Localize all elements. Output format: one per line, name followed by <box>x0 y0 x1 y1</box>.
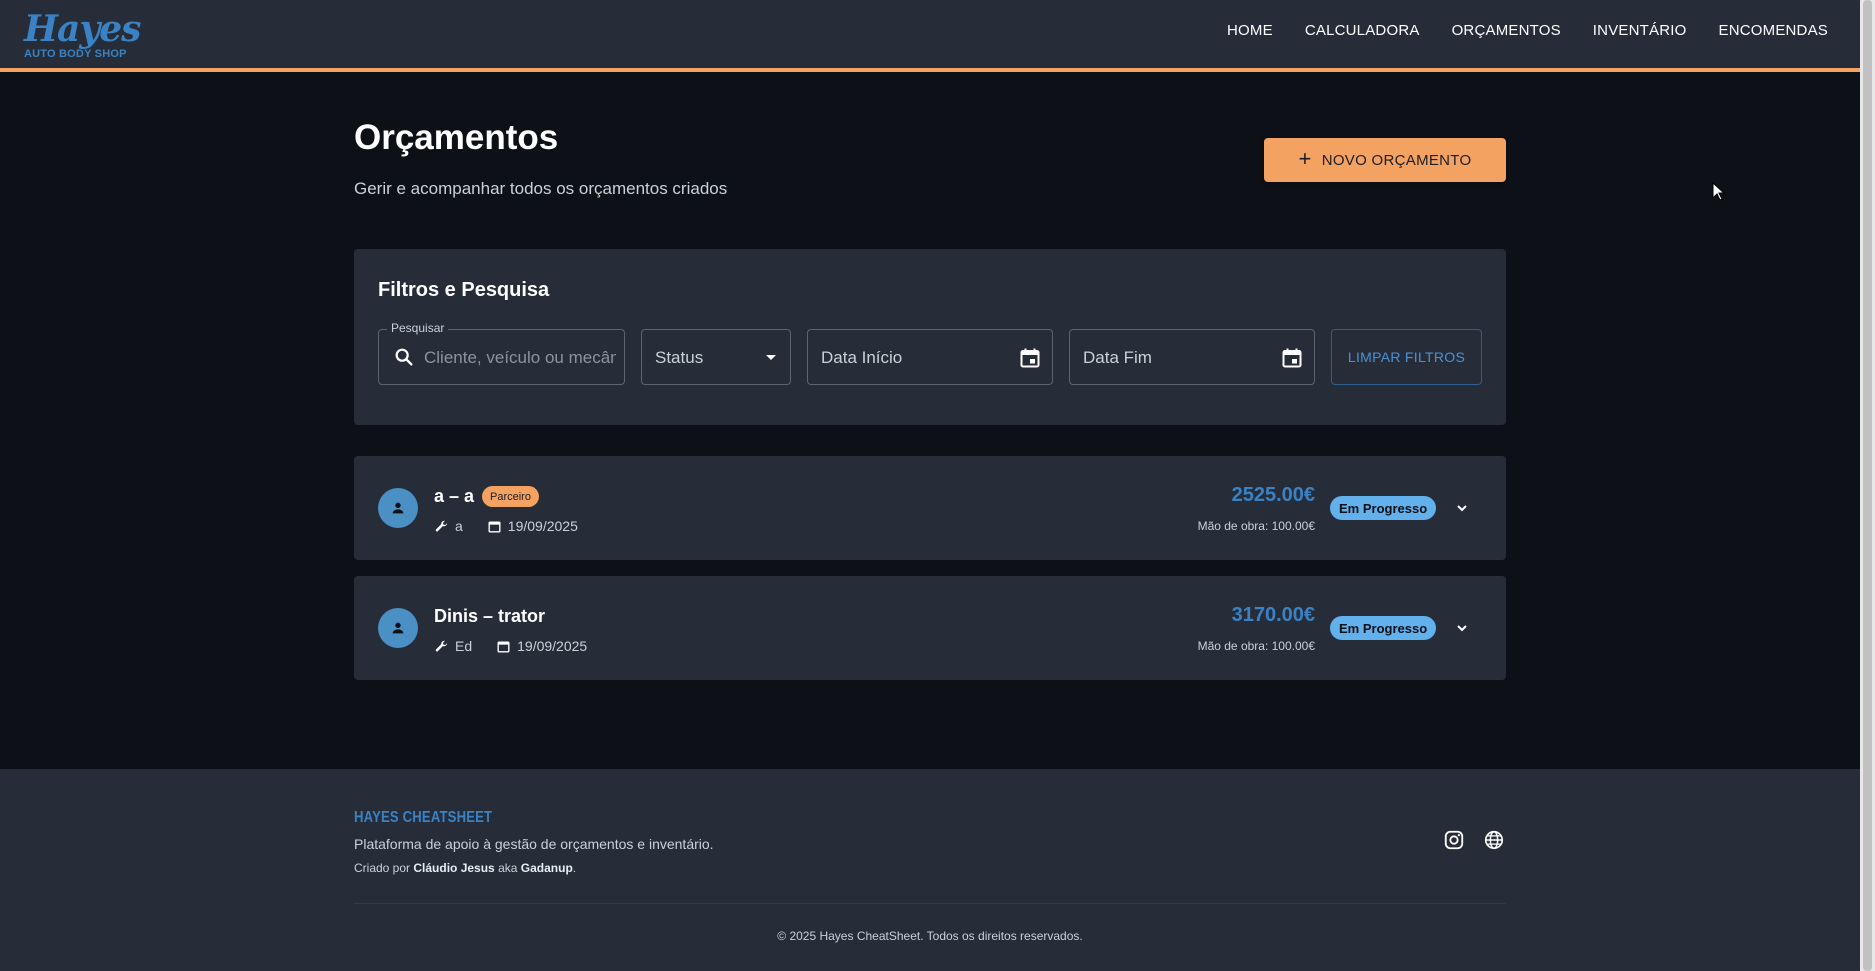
quote-total: 2525.00€ <box>1231 484 1315 506</box>
calendar-icon <box>497 640 510 652</box>
plus-icon: + <box>1298 146 1312 171</box>
wrench-icon <box>435 640 448 651</box>
labor-cost: Mão de obra: 100.00€ <box>1197 519 1315 533</box>
new-quote-button[interactable]: + NOVO ORÇAMENTO <box>1264 138 1506 182</box>
status-select-label: Status <box>655 348 704 367</box>
instagram-icon[interactable] <box>1443 829 1465 851</box>
globe-icon[interactable] <box>1483 829 1505 851</box>
new-quote-label: NOVO ORÇAMENTO <box>1321 151 1472 169</box>
search-label: Pesquisar <box>387 321 449 335</box>
status-badge: Em Progresso <box>1330 616 1437 640</box>
social-links <box>1443 829 1505 851</box>
footer-divider <box>354 903 1506 904</box>
quote-total: 3170.00€ <box>1231 604 1315 626</box>
chevron-down-icon[interactable] <box>1456 622 1468 634</box>
quote-title: Dinis – trator <box>434 606 546 626</box>
date-start-label: Data Início <box>821 348 903 367</box>
mechanic-name: a <box>455 518 463 534</box>
credit-prefix: Criado por <box>354 861 411 875</box>
footer: HAYES CHEATSHEET Plataforma de apoio à g… <box>0 769 1860 971</box>
footer-description: Plataforma de apoio à gestão de orçament… <box>354 836 714 852</box>
avatar <box>378 608 418 648</box>
page-title: Orçamentos <box>354 118 559 157</box>
calendar-icon <box>488 520 501 532</box>
calendar-icon[interactable] <box>1018 346 1042 370</box>
search-field[interactable]: Pesquisar Cliente, veículo ou mecânico <box>378 321 625 385</box>
nav-orcamentos[interactable]: ORÇAMENTOS <box>1452 22 1561 39</box>
person-icon <box>392 622 404 634</box>
footer-credit: Criado por Cláudio Jesus aka Gadanup. <box>354 861 577 875</box>
quote-card[interactable]: a – a Parceiro a 19/09/2025 2525.00€ Mão… <box>354 456 1506 560</box>
status-badge: Em Progresso <box>1330 496 1437 520</box>
logo-subtitle: AUTO BODY SHOP <box>24 48 127 60</box>
mouse-cursor-icon <box>1712 182 1726 201</box>
person-icon <box>392 502 404 514</box>
scrollbar-thumb[interactable] <box>1863 0 1872 971</box>
credit-aka: aka <box>498 861 518 875</box>
labor-cost: Mão de obra: 100.00€ <box>1197 639 1315 653</box>
quote-meta: Ed 19/09/2025 <box>434 638 587 654</box>
nav-home[interactable]: HOME <box>1227 22 1273 39</box>
date-start-field[interactable]: Data Início <box>807 329 1053 385</box>
wrench-icon <box>435 520 448 531</box>
logo-script-text: Hayes <box>24 8 141 50</box>
mechanic-name: Ed <box>455 638 473 654</box>
quote-date: 19/09/2025 <box>507 518 578 534</box>
avatar <box>378 488 418 528</box>
quote-date: 19/09/2025 <box>517 638 588 654</box>
credit-author-link[interactable]: Cláudio Jesus <box>413 861 494 875</box>
page-subtitle: Gerir e acompanhar todos os orçamentos c… <box>354 179 728 198</box>
filters-panel: Filtros e Pesquisa Pesquisar Cliente, ve… <box>354 249 1506 425</box>
footer-brand: HAYES CHEATSHEET <box>354 809 493 826</box>
nav-encomendas[interactable]: ENCOMENDAS <box>1718 22 1828 39</box>
dropdown-arrow-icon <box>766 355 776 360</box>
footer-copyright: © 2025 Hayes CheatSheet. Todos os direit… <box>777 929 1083 943</box>
date-end-label: Data Fim <box>1083 348 1152 367</box>
brand-logo[interactable]: Hayes AUTO BODY SHOP <box>22 8 141 62</box>
nav-inventario[interactable]: INVENTÁRIO <box>1593 22 1687 39</box>
credit-alias-link[interactable]: Gadanup <box>521 861 573 875</box>
status-select[interactable]: Status <box>641 329 791 385</box>
date-end-field[interactable]: Data Fim <box>1069 329 1315 385</box>
page-scrollbar[interactable] <box>1860 0 1875 971</box>
partner-badge: Parceiro <box>482 486 539 507</box>
quote-card[interactable]: Dinis – trator Ed 19/09/2025 3170.00€ Mã… <box>354 576 1506 680</box>
search-input[interactable]: Cliente, veículo ou mecânico <box>424 348 616 368</box>
clear-filters-button[interactable]: LIMPAR FILTROS <box>1331 329 1482 385</box>
quote-title: a – a <box>434 486 475 506</box>
calendar-icon[interactable] <box>1280 346 1304 370</box>
search-icon <box>395 348 413 366</box>
chevron-down-icon[interactable] <box>1456 502 1468 514</box>
quote-meta: a 19/09/2025 <box>434 518 578 534</box>
top-navbar: Hayes AUTO BODY SHOP HOME CALCULADORA OR… <box>0 0 1860 72</box>
main-nav: HOME CALCULADORA ORÇAMENTOS INVENTÁRIO E… <box>1195 22 1828 39</box>
nav-calculadora[interactable]: CALCULADORA <box>1305 22 1420 39</box>
filters-title: Filtros e Pesquisa <box>378 279 550 301</box>
